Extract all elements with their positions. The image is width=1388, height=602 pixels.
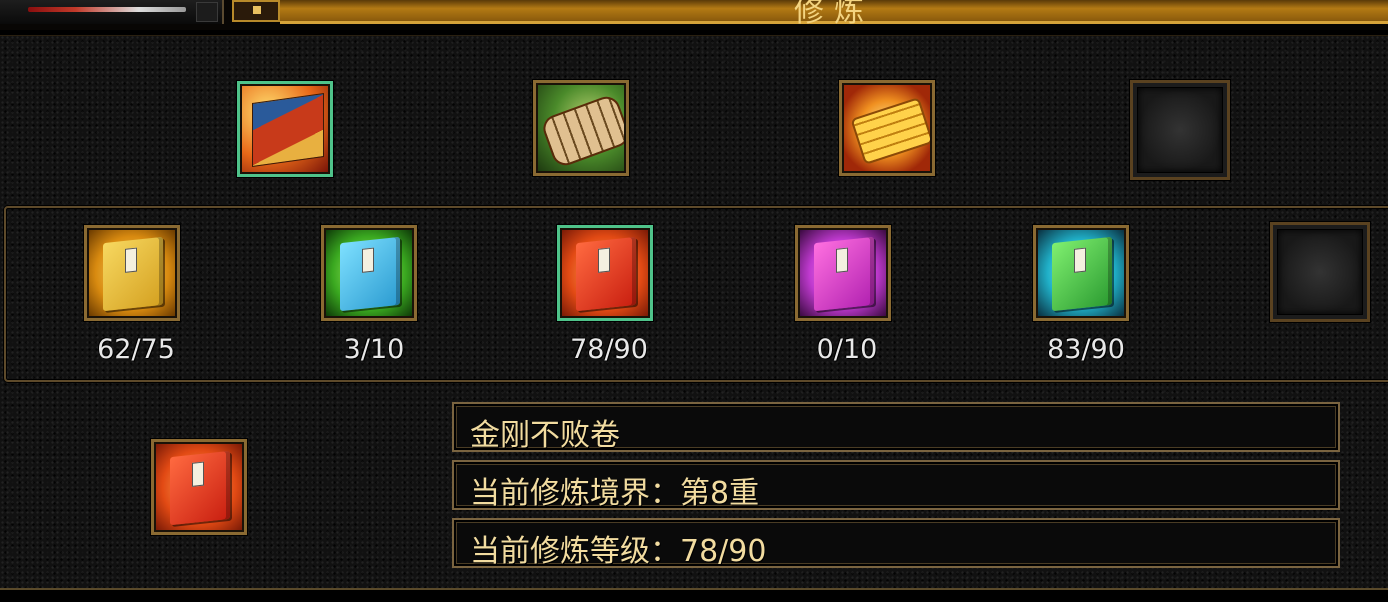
cultivation-slot-3[interactable]	[839, 80, 935, 176]
book-progress: 3/10	[343, 334, 405, 365]
book-name-box: 金刚不败卷	[452, 402, 1340, 453]
cultivation-slot-4[interactable]	[1130, 80, 1230, 180]
book-slot-red[interactable]	[557, 225, 653, 321]
book-progress: 83/90	[1047, 334, 1125, 365]
green-book-icon	[1038, 230, 1124, 316]
cyan-book-icon	[326, 230, 412, 316]
book-panel	[4, 206, 1388, 382]
scroll-bundle-icon	[538, 85, 624, 171]
window-title: 修炼	[794, 0, 874, 29]
empty-slot-icon	[1277, 229, 1363, 315]
gold-bars-icon	[844, 85, 930, 171]
empty-slot-icon	[1137, 87, 1223, 173]
scripture-hall-icon	[242, 86, 328, 172]
red-book-icon	[156, 444, 242, 530]
cultivation-slot-2[interactable]	[533, 80, 629, 176]
book-slot-cyan[interactable]	[321, 225, 417, 321]
selected-book-slot[interactable]	[151, 439, 247, 535]
book-slot-purple[interactable]	[795, 225, 891, 321]
book-name: 金刚不败卷	[470, 418, 620, 453]
book-slot-empty[interactable]	[1270, 222, 1370, 322]
purple-book-icon	[800, 230, 886, 316]
title-banner: 修炼	[280, 0, 1388, 29]
cultivation-slot-1[interactable]	[237, 81, 333, 177]
book-progress: 62/75	[97, 334, 175, 365]
square-icon	[253, 6, 261, 14]
red-book-icon	[562, 230, 648, 316]
frame-divider	[0, 30, 1388, 36]
cultivation-level: 当前修炼等级：78/90	[470, 534, 767, 569]
book-progress: 78/90	[570, 334, 648, 365]
book-slot-gold[interactable]	[84, 225, 180, 321]
realm-box: 当前修炼境界：第8重	[452, 460, 1340, 511]
level-box: 当前修炼等级：78/90	[452, 518, 1340, 569]
gold-book-icon	[89, 230, 175, 316]
scrollbar-track[interactable]	[0, 0, 224, 24]
book-progress: 0/10	[816, 334, 878, 365]
cultivation-realm: 当前修炼境界：第8重	[470, 476, 760, 511]
scroll-knob[interactable]	[196, 2, 218, 22]
book-slot-green[interactable]	[1033, 225, 1129, 321]
menu-button[interactable]	[232, 0, 280, 22]
scrollbar-thumb[interactable]	[28, 7, 186, 12]
title-bar: 修炼	[0, 0, 1388, 30]
